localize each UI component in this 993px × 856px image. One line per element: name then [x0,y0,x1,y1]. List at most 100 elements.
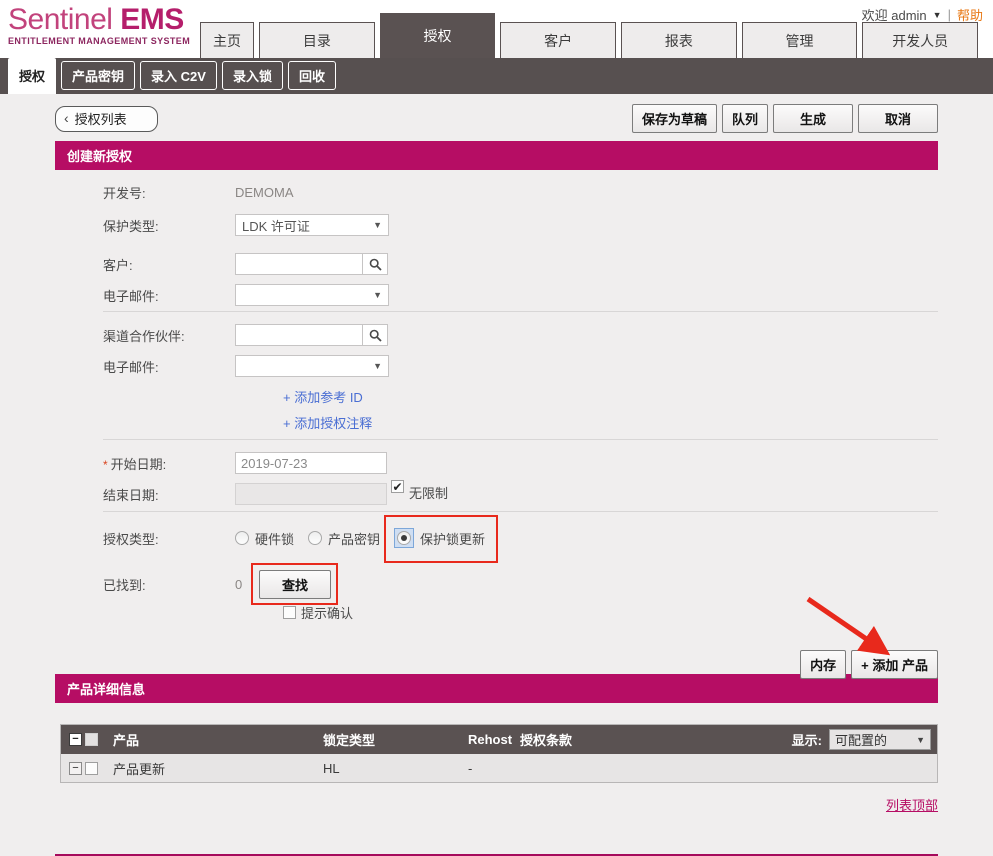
channel-partner-search-button[interactable] [362,324,388,346]
tab-catalog[interactable]: 目录 [259,22,375,58]
protection-type-select[interactable]: LDK 许可证 ▼ [235,214,389,236]
product-action-row: 内存 + 添加 产品 [55,650,938,679]
search-icon [369,258,382,271]
primary-nav: 主页 目录 授权 客户 报表 管理 开发人员 [200,13,978,58]
column-rehost: Rehost [468,732,520,747]
logo-title-bold: EMS [120,3,184,36]
sentinel-ems-logo: Sentinel EMS ENTITLEMENT MANAGEMENT SYST… [8,5,190,46]
add-entitlement-comment-link[interactable]: + 添加授权注释 [283,413,938,432]
add-ref-id-link[interactable]: + 添加参考 ID [283,387,938,406]
radio-selected-icon [397,531,411,545]
top-action-buttons: 保存为草稿 队列 生成 取消 [632,104,938,133]
save-draft-button[interactable]: 保存为草稿 [632,104,717,133]
protection-type-value: LDK 许可证 [242,216,310,235]
start-date-label: *开始日期: [55,454,235,473]
queue-button[interactable]: 队列 [722,104,768,133]
radio-icon [235,531,249,545]
select-caret-icon: ▼ [916,735,925,745]
top-of-list-row: 列表顶部 [55,795,938,815]
back-chevron-icon: ‹ [64,110,69,126]
entitlement-type-radio-group: 硬件锁 产品密钥 保护锁更新 [235,528,485,548]
form-separator [103,439,938,440]
select-all-checkbox[interactable] [85,733,98,746]
sentinel-ems-page: Sentinel EMS ENTITLEMENT MANAGEMENT SYST… [0,0,993,856]
select-caret-icon: ▼ [373,290,382,300]
channel-partner-label: 渠道合作伙伴: [55,326,235,345]
collapse-all-icon[interactable]: − [69,733,82,746]
search-icon [369,329,382,342]
radio-product-key[interactable]: 产品密钥 [308,529,380,548]
customer-label: 客户: [55,255,235,274]
customer-input[interactable] [235,253,363,275]
row-checkbox[interactable] [85,762,98,775]
radio-icon [308,531,322,545]
show-label: 显示: [792,730,822,749]
tab-reports[interactable]: 报表 [621,22,737,58]
required-asterisk: * [103,458,108,472]
tab-customers[interactable]: 客户 [500,22,616,58]
unlimited-checkbox[interactable]: ✔ [391,480,404,493]
memory-button[interactable]: 内存 [800,650,846,679]
partner-email-label: 电子邮件: [55,357,235,376]
end-date-input [235,483,387,505]
produce-button[interactable]: 生成 [773,104,853,133]
find-button[interactable]: 查找 [259,570,331,599]
tab-home[interactable]: 主页 [200,22,254,58]
radio-focus-highlight [394,528,414,548]
subtab-checkin-key[interactable]: 录入锁 [222,61,283,90]
channel-partner-input[interactable] [235,324,363,346]
logo-title-light: Sentinel [8,3,120,36]
secondary-nav: 授权 产品密钥 录入 C2V 录入锁 回收 [0,58,993,94]
top-of-list-link[interactable]: 列表顶部 [886,798,938,813]
partner-email-select[interactable]: ▼ [235,355,389,377]
confirm-checkbox-label: 提示确认 [301,603,353,622]
back-label: 授权列表 [75,109,127,128]
radio-protection-key-update[interactable]: 保护锁更新 [394,528,485,548]
customer-email-label: 电子邮件: [55,286,235,305]
found-count: 0 [235,577,257,592]
radio-hardware-key-label: 硬件锁 [255,529,294,548]
unlimited-checkbox-label: 无限制 [409,483,448,502]
logo-title: Sentinel EMS [8,5,190,35]
found-label: 已找到: [55,575,235,594]
customer-search-button[interactable] [362,253,388,275]
end-date-label: 结束日期: [55,485,235,504]
cell-rehost: - [468,761,520,776]
top-toolbar: ‹ 授权列表 保存为草稿 队列 生成 取消 [55,104,938,133]
protection-type-label: 保护类型: [55,216,235,235]
top-header: Sentinel EMS ENTITLEMENT MANAGEMENT SYST… [0,0,993,58]
tab-administration[interactable]: 管理 [742,22,858,58]
subtab-checkin-c2v[interactable]: 录入 C2V [140,61,217,90]
cancel-button[interactable]: 取消 [858,104,938,133]
select-caret-icon: ▼ [373,361,382,371]
back-to-entitlement-list-button[interactable]: ‹ 授权列表 [55,106,158,132]
create-entitlement-section-title: 创建新授权 [55,141,938,170]
table-row: − 产品更新 HL - [61,754,937,782]
subtab-revoke[interactable]: 回收 [288,61,336,90]
products-table: − 产品 锁定类型 Rehost 授权条款 显示: 可配置的 ▼ − 产品更新 … [60,724,938,783]
collapse-row-icon[interactable]: − [69,762,82,775]
entitlement-type-label: 授权类型: [55,529,235,548]
logo-tagline: ENTITLEMENT MANAGEMENT SYSTEM [8,36,190,46]
dev-id-value: DEMOMA [235,185,294,200]
confirm-checkbox[interactable] [283,606,296,619]
radio-hardware-key[interactable]: 硬件锁 [235,529,294,548]
tab-entitlements[interactable]: 授权 [380,13,496,58]
dev-id-label: 开发号: [55,183,235,202]
column-locking-type: 锁定类型 [323,730,468,749]
tab-developers[interactable]: 开发人员 [862,22,978,58]
subtab-entitlements[interactable]: 授权 [8,58,56,94]
entitlement-form: 开发号: DEMOMA 保护类型: LDK 许可证 ▼ 客户: 电子邮件: ▼ [55,170,938,622]
add-product-button[interactable]: + 添加 产品 [851,650,938,679]
subtab-product-keys[interactable]: 产品密钥 [61,61,135,90]
customer-email-select[interactable]: ▼ [235,284,389,306]
column-license-terms: 授权条款 [520,730,792,749]
select-caret-icon: ▼ [373,220,382,230]
start-date-label-text: 开始日期: [111,457,167,472]
start-date-input[interactable] [235,452,387,474]
column-product: 产品 [113,730,323,749]
products-table-header: − 产品 锁定类型 Rehost 授权条款 显示: 可配置的 ▼ [61,725,937,754]
form-separator [103,311,938,312]
show-filter-value: 可配置的 [835,730,887,749]
show-filter-select[interactable]: 可配置的 ▼ [829,729,931,750]
